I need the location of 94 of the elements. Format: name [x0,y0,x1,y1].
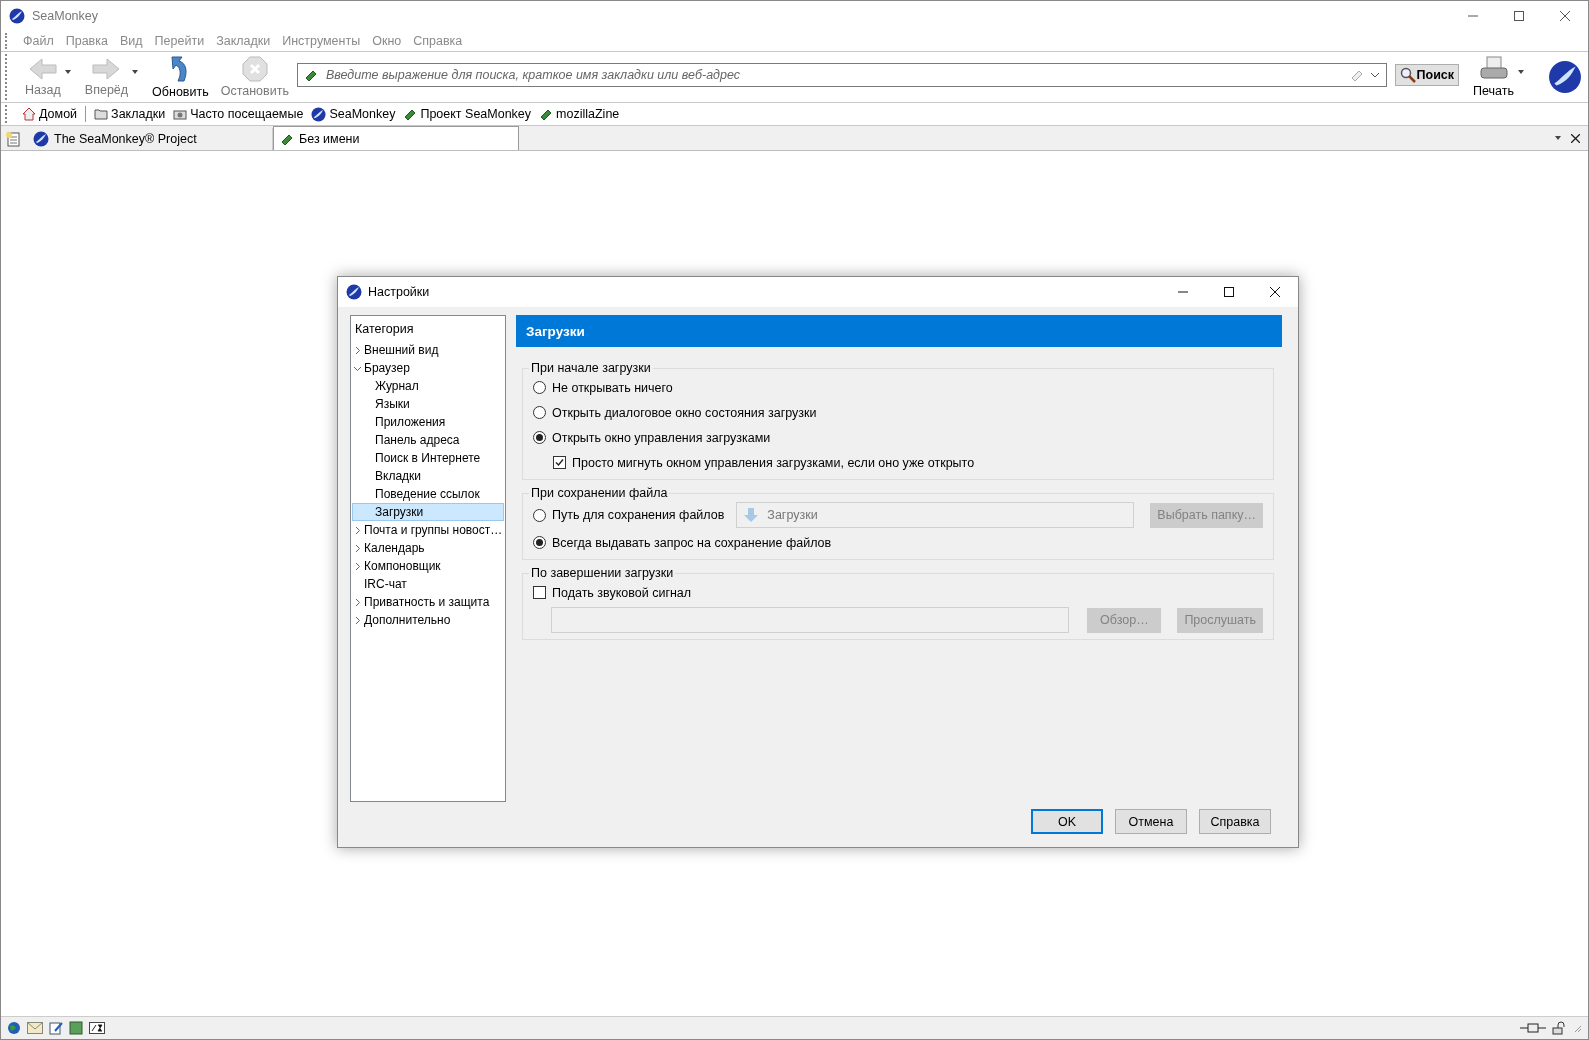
category-item[interactable]: Компоновщик [352,557,504,575]
app-logo-icon [346,284,362,300]
category-item[interactable]: Приватность и защита [352,593,504,611]
printer-icon [1478,56,1509,82]
composer-icon[interactable] [49,1021,63,1035]
dialog-button[interactable]: Справка [1199,809,1271,834]
category-item[interactable]: Браузер [352,359,504,377]
group-legend: При начале загрузки [529,361,653,375]
logo-icon [33,131,49,147]
bookmark-icon [539,107,554,121]
group-legend: При сохранении файла [529,486,670,500]
category-item[interactable]: Почта и группы новост… [352,521,504,539]
category-item[interactable]: Загрузки [352,503,504,521]
dialog-button[interactable]: Отмена [1115,809,1187,834]
window-title: SeaMonkey [32,9,99,23]
close-icon [1560,11,1570,21]
category-item[interactable]: Поведение ссылок [352,485,504,503]
radio-button[interactable] [533,406,546,419]
home-icon [22,107,36,121]
back-arrow-icon [27,57,58,81]
dialog-button[interactable]: OK [1031,809,1103,834]
category-item[interactable]: Поиск в Интернете [352,449,504,467]
category-item[interactable]: Панель адреса [352,431,504,449]
bookmark-icon [303,68,318,82]
app-logo-icon [9,8,25,24]
tree-header: Категория [354,321,415,338]
checkbox-option[interactable]: Подать звуковой сигнал [533,585,692,600]
bookmark-item[interactable]: Закладки [91,107,169,121]
menu-item[interactable]: Инструменты [276,32,367,50]
radio-button[interactable] [533,431,546,444]
radio-option[interactable]: Открыть диалоговое окно состояния загрузки [533,405,817,420]
radio-option[interactable]: Открыть окно управления загрузками [533,430,771,445]
forward-arrow-icon [91,57,122,81]
chevron-down-icon[interactable] [1369,72,1380,78]
caret-icon[interactable] [1555,136,1561,140]
checkbox-option[interactable]: Просто мигнуть окном управления загрузками, если оно уже открыто [553,455,975,470]
search-button[interactable]: Поиск [1394,64,1460,86]
category-item[interactable]: Дополнительно [352,611,504,629]
stop-icon [241,56,268,82]
radio-button[interactable] [533,536,546,549]
menu-item[interactable]: Файл [17,32,60,50]
maximize-icon [1224,287,1234,297]
folder-icon [94,108,109,120]
address-bar[interactable]: Введите выражение для поиска, краткое имя закладки или веб-адрес [296,63,1387,87]
chevron-right-icon[interactable] [353,345,362,355]
radio-option[interactable]: Всегда выдавать запрос на сохранение файлов [533,535,832,550]
category-item[interactable]: Языки [352,395,504,413]
panel-title: Загрузки [516,315,1282,347]
radio-option[interactable]: Не открывать ничего [533,380,673,395]
bookmark-item[interactable]: Проект SeaMonkey [400,107,535,121]
category-item[interactable]: Приложения [352,413,504,431]
menu-item[interactable]: Закладки [210,32,277,50]
bookmark-item[interactable]: mozillaZine [536,107,623,121]
folder-path-text: Загрузки [767,508,818,522]
checkbox[interactable] [533,586,546,599]
caret-icon[interactable] [1518,70,1524,74]
bookmark-icon [403,107,418,121]
checkbox[interactable] [553,456,566,469]
resize-grip-icon[interactable] [1572,1023,1582,1033]
lock-icon[interactable] [1552,1021,1566,1035]
tab[interactable]: Без имени [273,126,519,150]
globe-icon[interactable] [7,1021,21,1035]
close-icon [1270,287,1280,297]
maximize-icon [1514,11,1524,21]
address-field[interactable]: Введите выражение для поиска, краткое имя закладки или веб-адрес [323,67,1344,83]
bookmark-item[interactable]: Домой [19,107,81,121]
radio-button[interactable] [533,381,546,394]
bookmark-item[interactable]: SeaMonkey [308,106,399,122]
print-button[interactable]: Печать [1469,54,1518,100]
menu-item[interactable]: Вид [113,32,149,50]
app-logo-icon [1548,60,1582,94]
bookmark-icon [1349,68,1364,82]
mail-icon[interactable] [27,1022,43,1034]
menu-item[interactable]: Окно [366,32,408,50]
new-tab-icon[interactable] [5,131,21,147]
search-icon [1399,67,1416,83]
close-icon[interactable] [1571,133,1580,143]
menu-item[interactable]: Справка [407,32,469,50]
menu-item[interactable]: Правка [59,32,114,50]
dialog-title: Настройки [368,285,431,299]
camera-icon [173,108,188,120]
category-item[interactable]: Внешний вид [352,341,504,359]
menu-item[interactable]: Перейти [148,32,211,50]
category-item[interactable]: Вкладки [352,467,504,485]
logo-icon [311,106,327,122]
category-item[interactable]: IRC-чат [352,575,504,593]
bookmark-item[interactable]: Часто посещаемые [170,107,307,121]
download-arrow-icon [743,507,760,523]
group-legend: По завершении загрузки [529,566,676,580]
sound-file-field[interactable] [551,607,1070,633]
category-item[interactable]: Журнал [352,377,504,395]
category-item[interactable]: Календарь [352,539,504,557]
toolbar-button[interactable]: Обновить [148,53,213,101]
plug-icon[interactable] [1520,1023,1546,1033]
